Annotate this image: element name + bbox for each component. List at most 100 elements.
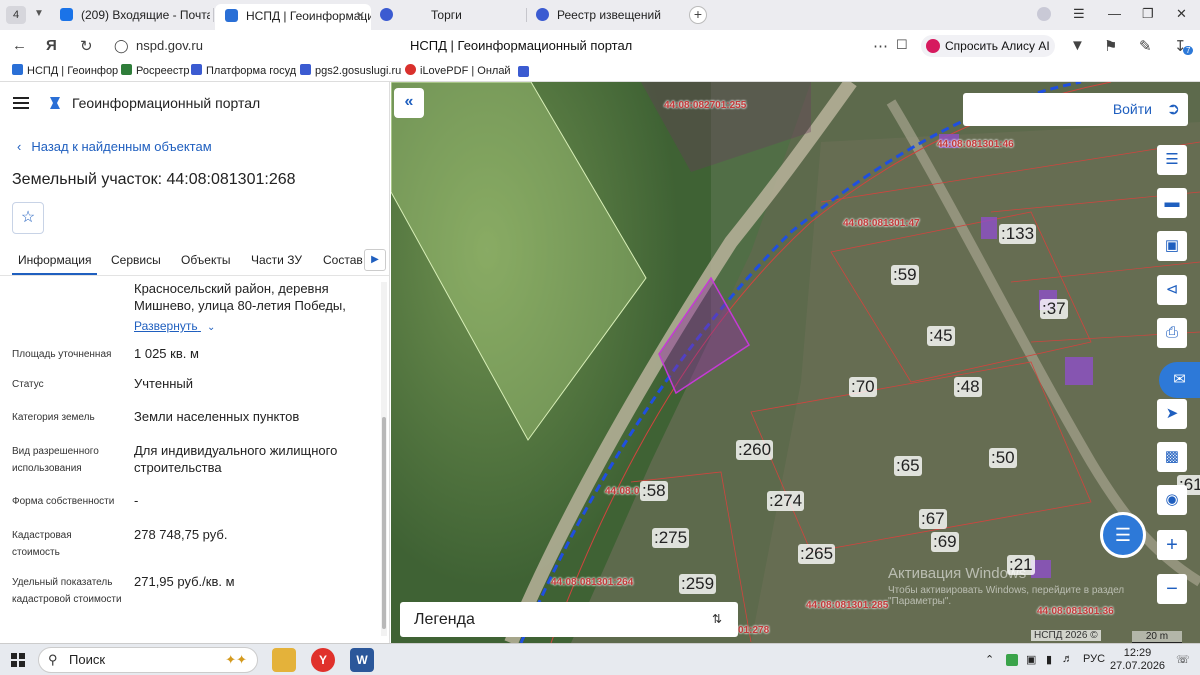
parcel-label[interactable]: :265	[798, 544, 836, 564]
panel-scrollbar-thumb[interactable]	[382, 417, 386, 629]
shield-icon[interactable]: ◯	[114, 38, 129, 54]
picture-in-picture-button[interactable]: ▩	[1157, 442, 1187, 472]
field-value-cadastral-value: 278 748,75 руб.	[134, 527, 228, 542]
bookmark-item[interactable]: pgs2.gosuslugi.ru	[300, 64, 401, 77]
language-indicator[interactable]: РУС	[1083, 653, 1105, 665]
tab-objects[interactable]: Объекты	[181, 253, 231, 267]
word-icon[interactable]: W	[350, 648, 374, 672]
support-chat-button[interactable]: ☰	[1100, 512, 1146, 558]
yandex-browser-icon[interactable]: Y	[311, 648, 335, 672]
file-explorer-icon[interactable]	[272, 648, 296, 672]
tab-mail[interactable]: (209) Входящие - Почта	[60, 4, 210, 26]
search-icon: ⚲	[48, 652, 58, 667]
parcel-label[interactable]: :260	[736, 440, 774, 460]
login-label: Войти	[1112, 101, 1152, 117]
back-icon[interactable]: ←	[12, 37, 27, 54]
battery-icon[interactable]: ▮	[1046, 653, 1052, 666]
map-scale: 20 m	[1132, 631, 1182, 643]
windows-start-icon[interactable]	[11, 653, 25, 667]
bookmark-item[interactable]: iLovePDF | Онлай	[405, 64, 511, 77]
field-label-ownership: Форма собственности	[12, 496, 115, 507]
network-icon[interactable]: ▣	[1026, 653, 1036, 666]
sound-icon[interactable]: ♬	[1062, 653, 1073, 665]
close-icon[interactable]: ✕	[1176, 6, 1187, 22]
tab-registry[interactable]: Реестр извещений	[536, 4, 676, 26]
tab-torgi[interactable]: Торги	[380, 4, 520, 26]
parcel-label[interactable]: :275	[652, 528, 690, 548]
parcel-label[interactable]: :48	[954, 377, 982, 397]
bookmark-icon[interactable]: ☐	[896, 37, 908, 53]
measure-button[interactable]: ▬	[1157, 188, 1187, 218]
hamburger-menu-icon[interactable]	[13, 97, 29, 109]
legend-dropdown[interactable]: Легенда ⇅	[400, 602, 738, 637]
locate-button[interactable]: ➤	[1157, 399, 1187, 429]
expand-address-link[interactable]: Развернуть ⌄	[134, 319, 215, 333]
more-icon[interactable]: ⋯	[873, 37, 888, 55]
bookmark-item[interactable]: НСПД | Геоинфор	[12, 64, 118, 77]
geolocation-button[interactable]: ◉	[1157, 485, 1187, 515]
nspd-icon	[225, 9, 238, 22]
bookmark-icon[interactable]	[518, 66, 529, 77]
parcel-label[interactable]: :65	[894, 456, 922, 476]
location-pin-icon: ◉	[1165, 491, 1179, 508]
parcel-label[interactable]: :67	[919, 509, 947, 529]
restore-icon[interactable]: ❐	[1142, 6, 1154, 22]
yandex-icon[interactable]: Я	[46, 37, 57, 54]
parcel-label[interactable]: :45	[927, 326, 955, 346]
share-button[interactable]: ⊲	[1157, 275, 1187, 305]
tab-nspd[interactable]: НСПД | Геоинформацио ✕	[215, 4, 371, 30]
login-button[interactable]: Войти ➲	[963, 93, 1188, 126]
portal-logo-icon	[50, 97, 60, 109]
reload-icon[interactable]: ↻	[80, 37, 93, 55]
extensions-icon[interactable]: ⚑	[1104, 37, 1117, 55]
chevron-up-icon[interactable]: ⌃	[985, 653, 994, 666]
system-clock[interactable]: 12:29 27.07.2026	[1110, 647, 1165, 673]
minimize-icon[interactable]: —	[1108, 6, 1121, 21]
layers-button[interactable]: ☰	[1157, 145, 1187, 175]
menu-icon[interactable]: ☰	[1073, 6, 1085, 22]
new-tab-button[interactable]: +	[689, 6, 707, 24]
favorite-star-button[interactable]: ☆	[12, 202, 44, 234]
profile-icon[interactable]	[1037, 7, 1051, 21]
feedback-tab[interactable]: ✉	[1159, 362, 1200, 398]
zoom-in-button[interactable]: +	[1157, 530, 1187, 560]
url-field[interactable]: nspd.gov.ru	[136, 38, 203, 53]
notifications-icon[interactable]: ☏	[1176, 653, 1190, 666]
parcel-label[interactable]: :58	[640, 481, 668, 501]
bookmark-item[interactable]: Платформа госуд	[191, 64, 296, 77]
tab-counter[interactable]: 4	[6, 6, 26, 24]
collections-icon[interactable]: ✎	[1139, 37, 1152, 55]
tab-composition[interactable]: Состав	[323, 253, 363, 267]
tab-information[interactable]: Информация	[12, 253, 98, 275]
parcel-label[interactable]: :133	[999, 224, 1037, 244]
security-icon[interactable]	[1006, 654, 1018, 666]
bookmark-label: iLovePDF | Онлай	[420, 65, 511, 77]
select-area-button[interactable]: ▣	[1157, 231, 1187, 261]
collapse-panel-button[interactable]: «	[394, 88, 424, 118]
back-to-results-link[interactable]: ‹ Назад к найденным объектам	[17, 139, 212, 154]
bookmark-item[interactable]: Росреестр	[121, 64, 189, 77]
field-value-specific-value: 271,95 руб./кв. м	[134, 574, 235, 589]
parcel-label[interactable]: :70	[849, 377, 877, 397]
chevron-down-icon: ⌄	[206, 322, 216, 333]
close-icon[interactable]: ✕	[356, 4, 365, 28]
share-icon: ⊲	[1165, 281, 1179, 298]
print-button[interactable]: ⎙	[1157, 318, 1187, 348]
parcel-label[interactable]: :37	[1040, 299, 1068, 319]
parcel-label[interactable]: :50	[989, 448, 1017, 468]
emblem-icon	[191, 64, 202, 75]
chevron-down-icon[interactable]: ▼	[34, 8, 44, 19]
tab-services[interactable]: Сервисы	[111, 253, 161, 267]
tab-parts[interactable]: Части ЗУ	[251, 253, 302, 267]
parcel-label[interactable]: :59	[891, 265, 919, 285]
parcel-label[interactable]: :259	[679, 574, 717, 594]
shield-icon[interactable]: ▼	[1070, 37, 1085, 54]
map-view[interactable]: 44:08:082701:255 44:08:081301:46 44:08:0…	[391, 82, 1200, 643]
tabs-next-button[interactable]: ▶	[364, 249, 386, 271]
taskbar-search[interactable]: ⚲ Поиск ✦✦	[38, 647, 258, 673]
emblem-icon	[380, 8, 393, 21]
layers-icon: ☰	[1165, 151, 1179, 168]
parcel-label[interactable]: :69	[931, 532, 959, 552]
alice-button[interactable]: Спросить Алису AI	[921, 35, 1055, 57]
parcel-label[interactable]: :274	[767, 491, 805, 511]
